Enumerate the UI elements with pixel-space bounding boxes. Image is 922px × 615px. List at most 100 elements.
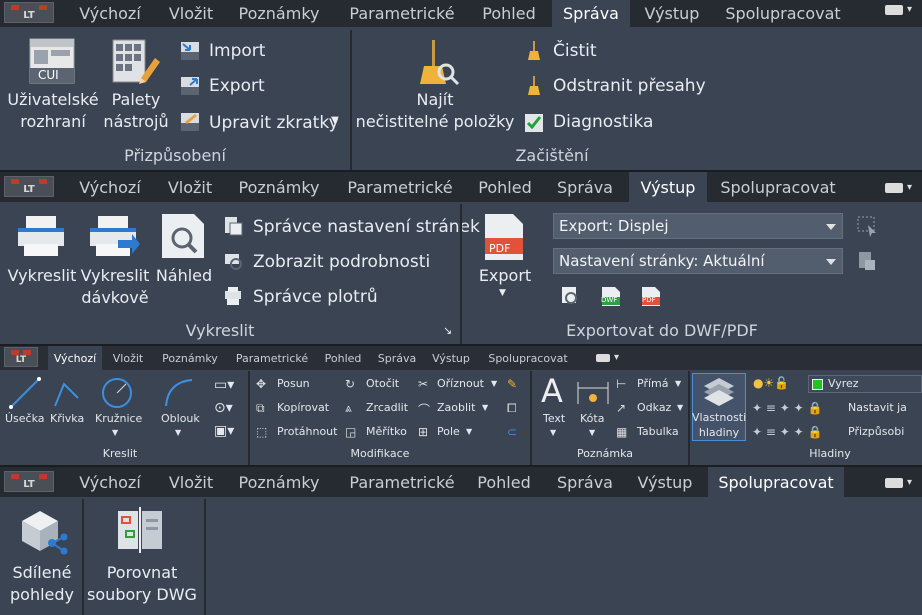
app-logo[interactable]: LT [4, 176, 54, 197]
mirror-button[interactable]: Zrcadlit [366, 401, 408, 414]
tab-collaborate[interactable]: Spolupracovat [718, 0, 848, 27]
app-logo[interactable]: LT [4, 2, 54, 23]
purge-button[interactable]: Čistit [553, 41, 597, 61]
import-button[interactable]: Import [209, 41, 265, 61]
tab-view[interactable]: Pohled [469, 467, 539, 497]
find-nonpurgeable-line1[interactable]: Najít [355, 90, 515, 109]
arc-button[interactable]: Oblouk [161, 412, 200, 425]
line-button[interactable]: Úsečka [5, 412, 45, 425]
tab-collaborate[interactable]: Spolupracovat [484, 346, 572, 370]
copy-button[interactable]: Kopírovat [277, 401, 329, 414]
arc-dropdown-icon[interactable]: ▼ [175, 428, 181, 437]
circle-dropdown-icon[interactable]: ▼ [112, 428, 118, 437]
erase-icon[interactable]: ✎ [507, 377, 520, 391]
tab-output[interactable]: Výstup [637, 0, 707, 27]
array-button[interactable]: Pole [437, 425, 460, 438]
layer-dropdown[interactable] [808, 375, 922, 393]
linear-dropdown-icon[interactable]: ▼ [675, 379, 681, 388]
offset-icon[interactable]: ⊂ [507, 425, 520, 439]
match-layer-button[interactable]: Přizpůsobi [848, 425, 904, 438]
layer-state-icons[interactable]: ●☀🔓 [753, 376, 789, 390]
stretch-button[interactable]: Protáhnout [277, 425, 337, 438]
tab-home[interactable]: Výchozí [68, 172, 152, 202]
tab-manage[interactable]: Správa [548, 172, 622, 202]
palettes-button-line1[interactable]: Palety [98, 90, 174, 109]
ribbon-minimize-control[interactable]: ▾ [884, 4, 912, 15]
export-button[interactable]: Export [470, 266, 540, 285]
table-button[interactable]: Tabulka [637, 425, 679, 438]
shortcuts-dropdown-icon[interactable]: ▼ [331, 115, 339, 126]
tab-home[interactable]: Výchozí [68, 0, 152, 27]
ribbon-minimize-control[interactable]: ▾ [596, 352, 619, 363]
circle-button[interactable]: Kružnice [95, 412, 142, 425]
export-display-dropdown[interactable]: Export: Displej [553, 213, 843, 239]
text-dropdown-icon[interactable]: ▼ [550, 428, 556, 437]
rotate-button[interactable]: Otočit [366, 377, 399, 390]
tab-view[interactable]: Pohled [474, 0, 544, 27]
batch-plot-line2[interactable]: dávkově [78, 288, 152, 307]
tab-parametric[interactable]: Parametrické [341, 172, 459, 202]
rectangle-icon[interactable]: ▭▾ [214, 377, 234, 393]
leader-button[interactable]: Odkaz [637, 401, 671, 414]
tab-insert[interactable]: Vložit [158, 0, 224, 27]
tab-output[interactable]: Výstup [629, 172, 707, 202]
app-logo[interactable]: LT [4, 347, 38, 367]
export-dropdown-arrow-icon[interactable]: ▼ [499, 288, 506, 298]
ui-button-line1[interactable]: Uživatelské [6, 90, 100, 109]
explode-icon[interactable]: ⧠ [507, 401, 520, 415]
set-current-button[interactable]: Nastavit ja [848, 401, 907, 414]
tab-manage[interactable]: Správa [374, 346, 420, 370]
edit-shortcuts-button[interactable]: Upravit zkratky [209, 113, 339, 133]
ellipse-icon[interactable]: ⊙▾ [214, 400, 233, 416]
batch-plot-line1[interactable]: Vykreslit [78, 266, 152, 285]
plotter-manager-button[interactable]: Správce plotrů [253, 287, 378, 307]
ribbon-minimize-control[interactable]: ▾ [884, 182, 912, 193]
polyline-button[interactable]: Křivka [50, 412, 84, 425]
leader-dropdown-icon[interactable]: ▼ [677, 403, 683, 412]
page-setup-manager-button[interactable]: Správce nastavení stránek [253, 217, 480, 237]
compare-dwg-line1[interactable]: Porovnat [84, 563, 200, 582]
shared-views-line1[interactable]: Sdílené [4, 563, 80, 582]
tab-home[interactable]: Výchozí [48, 346, 102, 370]
layer-tools-row1-icons[interactable]: ✦ ≡ ✦ ✦ 🔒 [752, 401, 822, 415]
tab-manage[interactable]: Správa [548, 467, 622, 497]
tab-view[interactable]: Pohled [320, 346, 366, 370]
move-button[interactable]: Posun [277, 377, 310, 390]
text-button[interactable]: Text [543, 412, 565, 425]
app-logo[interactable]: LT [4, 471, 54, 492]
preview-button[interactable]: Náhled [150, 266, 218, 285]
page-setup-override-icon[interactable] [856, 250, 878, 272]
tab-annotate[interactable]: Poznámky [229, 467, 329, 497]
tab-annotate[interactable]: Poznámky [158, 346, 222, 370]
hatch-icon[interactable]: ▣▾ [214, 423, 234, 439]
tab-output[interactable]: Výstup [428, 346, 474, 370]
ui-button-line2[interactable]: rozhraní [6, 112, 100, 131]
fillet-dropdown-icon[interactable]: ▼ [482, 403, 488, 412]
tab-insert[interactable]: Vložit [108, 346, 148, 370]
compare-dwg-line2[interactable]: soubory DWG [84, 585, 200, 604]
fillet-button[interactable]: Zaoblit [437, 401, 475, 414]
window-select-icon[interactable] [856, 215, 878, 237]
tab-parametric[interactable]: Parametrické [342, 0, 462, 27]
export-preview-icon[interactable] [559, 285, 581, 307]
linear-button[interactable]: Přímá [637, 377, 668, 390]
tab-insert[interactable]: Vložit [157, 172, 223, 202]
palettes-button-line2[interactable]: nástrojů [98, 112, 174, 131]
tab-insert[interactable]: Vložit [158, 467, 224, 497]
tab-parametric[interactable]: Parametrické [232, 346, 312, 370]
tab-parametric[interactable]: Parametrické [342, 467, 462, 497]
tab-annotate[interactable]: Poznámky [229, 172, 329, 202]
trim-dropdown-icon[interactable]: ▼ [491, 379, 497, 388]
plot-button[interactable]: Vykreslit [4, 266, 80, 285]
show-details-button[interactable]: Zobrazit podrobnosti [253, 252, 430, 272]
dimension-dropdown-icon[interactable]: ▼ [589, 428, 595, 437]
scale-button[interactable]: Měřítko [366, 425, 407, 438]
tab-view[interactable]: Pohled [470, 172, 540, 202]
ribbon-minimize-control[interactable]: ▾ [884, 477, 912, 488]
tab-manage[interactable]: Správa [552, 0, 630, 27]
layer-tools-row2-icons[interactable]: ✦ ≡ ✦ ✦ 🔒 [752, 425, 822, 439]
shared-views-line2[interactable]: pohledy [4, 585, 80, 604]
overkill-button[interactable]: Odstranit přesahy [553, 76, 706, 96]
tab-home[interactable]: Výchozí [68, 467, 152, 497]
export-button[interactable]: Export [209, 76, 265, 96]
